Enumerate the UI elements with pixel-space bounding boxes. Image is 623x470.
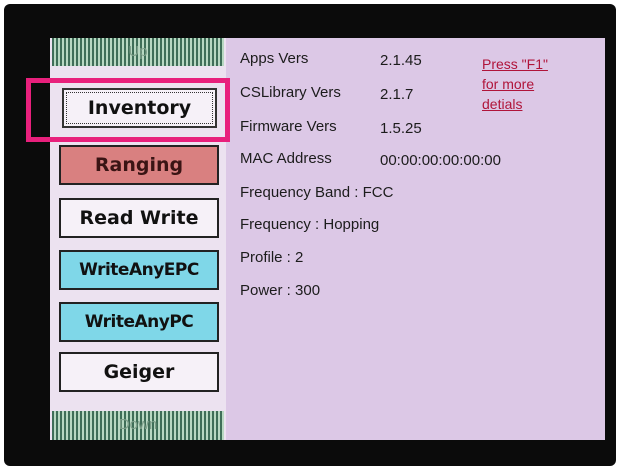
write-any-epc-button[interactable]: WriteAnyEPC	[59, 250, 219, 290]
profile-value: Profile : 2	[240, 249, 304, 266]
mac-address-label: MAC Address	[240, 150, 332, 167]
frequency-mode: Frequency : Hopping	[240, 216, 380, 233]
help-link[interactable]: Press "F1" for more detials	[482, 54, 602, 114]
firmware-version-label: Firmware Vers	[240, 118, 337, 135]
firmware-version-value: 1.5.25	[380, 120, 422, 137]
apps-version-label: Apps Vers	[240, 50, 309, 67]
scroll-up-button[interactable]: Up	[52, 38, 224, 66]
power-value: Power : 300	[240, 282, 321, 299]
inventory-highlight-box	[26, 78, 230, 142]
geiger-button[interactable]: Geiger	[59, 352, 219, 392]
cslibrary-version-value: 2.1.7	[380, 86, 414, 103]
help-line-3: detials	[482, 96, 523, 112]
help-line-2: for more	[482, 76, 535, 92]
write-any-pc-button[interactable]: WriteAnyPC	[59, 302, 219, 342]
mac-address-value: 00:00:00:00:00:00	[380, 152, 501, 169]
help-line-1: Press "F1"	[482, 56, 548, 72]
frequency-band: Frequency Band : FCC	[240, 184, 394, 201]
read-write-button[interactable]: Read Write	[59, 198, 219, 238]
cslibrary-version-label: CSLibrary Vers	[240, 84, 341, 101]
apps-version-value: 2.1.45	[380, 52, 422, 69]
scroll-down-button[interactable]: Down	[52, 411, 224, 440]
ranging-button[interactable]: Ranging	[59, 145, 219, 185]
